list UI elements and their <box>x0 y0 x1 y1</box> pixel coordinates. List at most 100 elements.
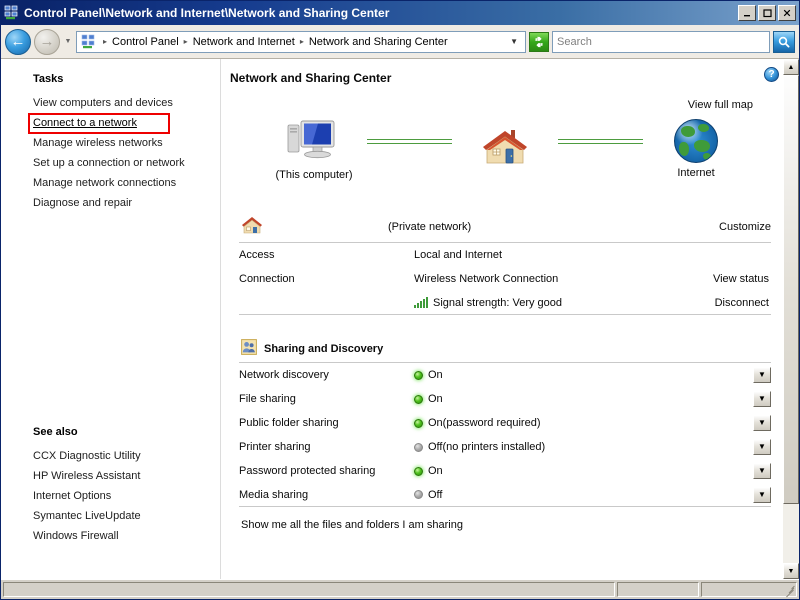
tasks-sidebar: Tasks View computers and devices Connect… <box>1 59 221 579</box>
scroll-down-button[interactable]: ▼ <box>783 563 799 579</box>
search-button[interactable] <box>773 30 795 53</box>
sidebar-item-manage-wireless-networks[interactable]: Manage wireless networks <box>1 133 220 153</box>
see-also-section: See also CCX Diagnostic Utility HP Wirel… <box>1 426 220 546</box>
map-node-internet[interactable]: Internet <box>637 119 755 179</box>
map-node-internet-label: Internet <box>677 167 715 179</box>
resize-grip-icon[interactable] <box>783 584 795 598</box>
sidebar-item-internet-options[interactable]: Internet Options <box>1 486 220 506</box>
breadcrumb-separator-1[interactable]: ▸ <box>181 37 191 46</box>
sidebar-item-manage-network-connections[interactable]: Manage network connections <box>1 173 220 193</box>
breadcrumb: ▸ Control Panel ▸ Network and Internet ▸… <box>100 36 505 48</box>
sharing-row-network-discovery-label: Network discovery <box>239 369 329 381</box>
map-node-network[interactable] <box>446 125 564 173</box>
expand-button-password-protected-sharing[interactable]: ▼ <box>753 463 771 479</box>
tasks-heading: Tasks <box>33 73 64 85</box>
main-content: ? Network and Sharing Center View full m… <box>221 59 799 579</box>
see-also-heading: See also <box>33 426 78 438</box>
disconnect-link[interactable]: Disconnect <box>679 297 771 309</box>
title-bar: Control Panel\Network and Internet\Netwo… <box>1 1 799 25</box>
sidebar-item-windows-firewall[interactable]: Windows Firewall <box>1 526 220 546</box>
globe-icon <box>674 119 718 163</box>
window-controls <box>738 5 797 21</box>
sidebar-item-connect-to-a-network[interactable]: Connect to a network <box>1 113 220 133</box>
status-dot-on <box>414 466 423 476</box>
sharing-row-file-sharing-label: File sharing <box>239 393 296 405</box>
sharing-row-printer-sharing-label: Printer sharing <box>239 441 311 453</box>
expand-button-media-sharing[interactable]: ▼ <box>753 486 771 503</box>
sidebar-item-set-up-a-connection-or-network[interactable]: Set up a connection or network <box>1 153 220 173</box>
signal-strength-icon <box>414 297 428 308</box>
computer-icon <box>285 117 343 165</box>
status-dot-off <box>414 442 423 452</box>
maximize-button[interactable] <box>758 5 776 21</box>
network-row-signal-strength: Signal strength: Very good Disconnect <box>239 291 771 315</box>
search-input[interactable] <box>557 35 765 48</box>
view-status-link[interactable]: View status <box>679 273 771 285</box>
network-row-access-label: Access <box>239 249 275 261</box>
expand-button-public-folder-sharing[interactable]: ▼ <box>753 415 771 431</box>
sharing-row-file-sharing-value: On <box>428 393 443 405</box>
history-dropdown-button[interactable]: ▼ <box>63 29 73 55</box>
sidebar-item-view-computers-and-devices[interactable]: View computers and devices <box>1 93 220 113</box>
vertical-scrollbar[interactable]: ▲ ▼ <box>782 59 799 579</box>
sidebar-item-symantec-liveupdate[interactable]: Symantec LiveUpdate <box>1 506 220 526</box>
sharing-row-file-sharing: File sharing On ▼ <box>239 387 771 411</box>
network-map: View full map (This computer) Internet <box>229 95 781 213</box>
forward-button[interactable]: → <box>34 28 60 55</box>
window-title: Control Panel\Network and Internet\Netwo… <box>24 6 390 20</box>
breadcrumb-item-network-and-internet[interactable]: Network and Internet <box>191 36 297 48</box>
customize-link[interactable]: Customize <box>719 221 771 233</box>
network-row-access: Access Local and Internet <box>239 243 771 267</box>
sharing-row-public-folder-sharing-label: Public folder sharing <box>239 417 339 429</box>
show-shared-files-link[interactable]: Show me all the files and folders I am s… <box>239 507 771 531</box>
sidebar-item-ccx-diagnostic-utility[interactable]: CCX Diagnostic Utility <box>1 446 220 466</box>
breadcrumb-separator-0: ▸ <box>103 37 108 46</box>
help-icon[interactable]: ? <box>764 67 779 82</box>
search-box[interactable] <box>552 30 770 53</box>
address-toolbar: ← → ▼ ▸ Control Panel ▸ Network and Inte… <box>1 25 799 59</box>
network-row-connection: Connection Wireless Network Connection V… <box>239 267 771 291</box>
status-panel-3 <box>701 582 797 598</box>
scrollbar-thumb[interactable] <box>783 75 799 505</box>
map-node-computer-label: (This computer) <box>275 169 353 181</box>
sharing-row-public-folder-sharing: Public folder sharing On(password requir… <box>239 411 771 435</box>
map-node-computer[interactable]: (This computer) <box>255 117 373 181</box>
back-button[interactable]: ← <box>5 28 31 55</box>
breadcrumb-separator-2[interactable]: ▸ <box>297 37 307 46</box>
sharing-and-discovery-section: Sharing and Discovery Network discovery … <box>229 337 781 531</box>
status-bar <box>1 579 799 599</box>
status-panel-1 <box>3 582 615 597</box>
window-body: Tasks View computers and devices Connect… <box>1 59 799 579</box>
sharing-row-printer-sharing: Printer sharing Off(no printers installe… <box>239 435 771 459</box>
sharing-row-media-sharing-value: Off <box>428 488 443 501</box>
sharing-row-network-discovery: Network discovery On ▼ <box>239 363 771 387</box>
sharing-row-media-sharing: Media sharing Off ▼ <box>239 483 771 507</box>
expand-button-network-discovery[interactable]: ▼ <box>753 367 771 383</box>
network-row-signal-value: Signal strength: Very good <box>433 296 563 309</box>
address-bar[interactable]: ▸ Control Panel ▸ Network and Internet ▸… <box>76 30 526 53</box>
sharing-row-public-folder-sharing-value: On(password required) <box>428 417 541 429</box>
expand-button-printer-sharing[interactable]: ▼ <box>753 439 771 455</box>
sidebar-item-hp-wireless-assistant[interactable]: HP Wireless Assistant <box>1 466 220 486</box>
sidebar-item-diagnose-and-repair[interactable]: Diagnose and repair <box>1 193 220 213</box>
page-title: Network and Sharing Center <box>230 71 392 85</box>
scrollbar-track[interactable] <box>783 75 799 563</box>
network-details-header: (Private network) Customize <box>239 213 771 243</box>
breadcrumb-item-network-and-sharing-center[interactable]: Network and Sharing Center <box>307 36 450 48</box>
sharing-row-media-sharing-label: Media sharing <box>239 488 309 501</box>
sharing-row-printer-sharing-value: Off(no printers installed) <box>428 441 546 453</box>
network-folder-icon-small <box>81 34 97 50</box>
breadcrumb-item-control-panel[interactable]: Control Panel <box>110 36 181 48</box>
sharing-heading: Sharing and Discovery <box>264 342 384 355</box>
expand-button-file-sharing[interactable]: ▼ <box>753 391 771 407</box>
address-dropdown-icon[interactable]: ▼ <box>505 37 523 46</box>
close-button[interactable] <box>778 5 796 21</box>
network-details-section: (Private network) Customize Access Local… <box>229 213 781 315</box>
refresh-button[interactable] <box>529 31 549 52</box>
sharing-users-icon <box>241 339 257 358</box>
scroll-up-button[interactable]: ▲ <box>783 59 799 75</box>
sharing-row-password-protected-sharing-label: Password protected sharing <box>239 465 376 477</box>
status-panel-2 <box>617 582 699 597</box>
view-full-map-link[interactable]: View full map <box>688 99 753 111</box>
minimize-button[interactable] <box>738 5 756 21</box>
